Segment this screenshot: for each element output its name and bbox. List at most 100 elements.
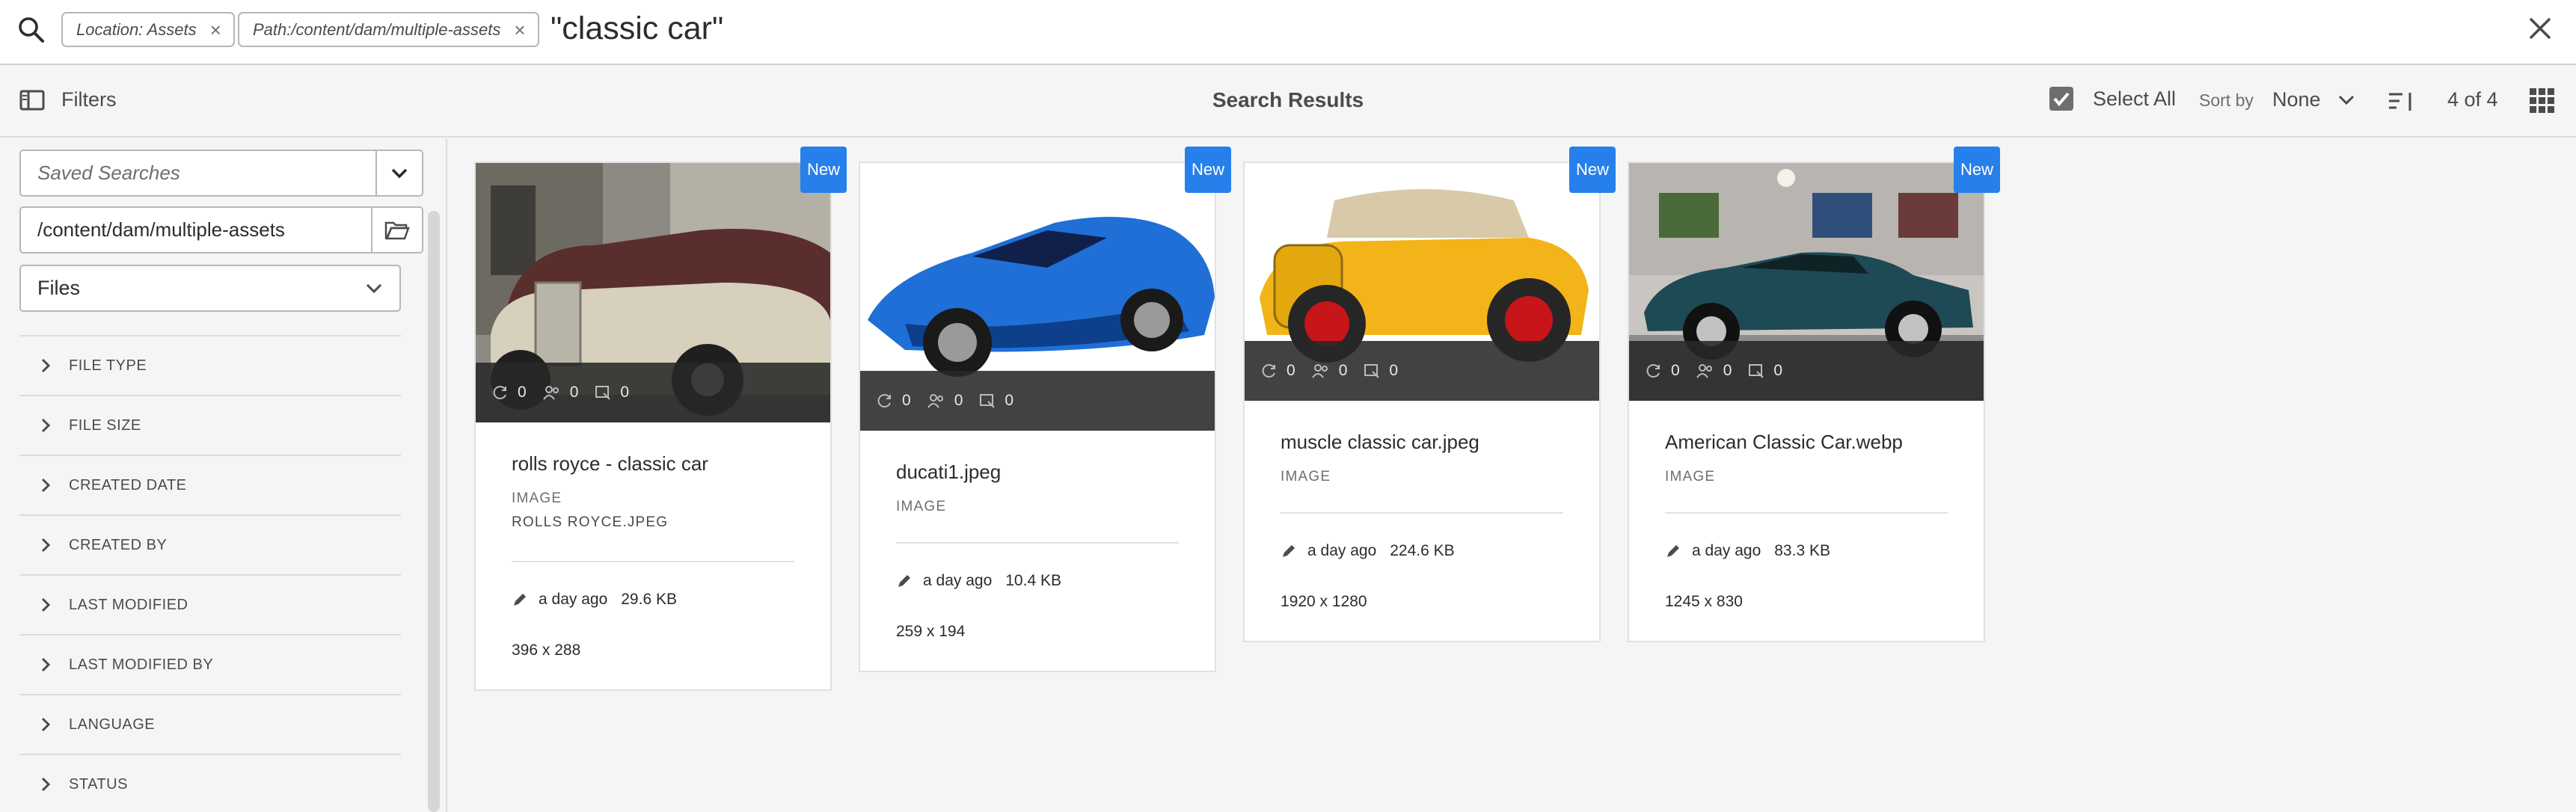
chevron-right-icon (41, 597, 51, 612)
asset-thumbnail[interactable]: 0 0 0 (860, 163, 1215, 431)
modified-time: a day ago (539, 591, 608, 608)
facet-label: LAST MODIFIED BY (69, 656, 214, 673)
file-type-value: Files (37, 277, 81, 299)
divider (512, 561, 794, 562)
saved-searches-input[interactable]: Saved Searches (21, 151, 377, 195)
divider (1665, 512, 1948, 514)
chevron-down-icon (391, 168, 408, 178)
asset-title: ducati1.jpeg (896, 461, 1002, 483)
chevron-right-icon (41, 418, 51, 433)
sort-dropdown[interactable]: None (2272, 88, 2355, 111)
modified-time: a day ago (1307, 542, 1377, 559)
asset-type: IMAGE (1281, 469, 1331, 485)
users-icon (927, 394, 943, 408)
stat-comments: 0 (595, 384, 629, 402)
browse-path-button[interactable] (372, 206, 423, 253)
asset-thumbnail[interactable]: 0 0 0 (476, 163, 830, 422)
close-icon[interactable] (2524, 12, 2557, 45)
asset-card[interactable]: New 0 0 0 muscle classic car.jpeg IMAGE … (1243, 147, 1616, 642)
image-dimensions: 396 x 288 (512, 642, 581, 659)
facet-last-modified-by[interactable]: LAST MODIFIED BY (19, 634, 401, 694)
image-dimensions: 1920 x 1280 (1281, 593, 1367, 610)
users-icon (1696, 364, 1712, 378)
asset-thumbnail[interactable]: 0 0 0 (1629, 163, 1984, 401)
facet-status[interactable]: STATUS (19, 754, 401, 812)
search-icon[interactable] (16, 15, 46, 45)
facet-created-by[interactable]: CREATED BY (19, 514, 401, 574)
asset-thumbnail[interactable]: 0 0 0 (1245, 163, 1599, 401)
sidebar-scrollbar[interactable] (428, 211, 440, 812)
asset-card[interactable]: New 0 0 0 ducati1.jpeg IMAGE a day ago 1… (859, 147, 1231, 672)
asset-card-body: muscle classic car.jpeg IMAGE a day ago … (1245, 401, 1599, 641)
pencil-icon (1667, 545, 1679, 557)
rail-toggle-icon (19, 90, 45, 110)
chevron-right-icon (41, 538, 51, 553)
annotation-icon (1364, 364, 1380, 378)
saved-searches-combobox[interactable]: Saved Searches (19, 150, 423, 197)
facet-label: FILE TYPE (69, 357, 147, 374)
facet-file-type[interactable]: FILE TYPE (19, 335, 401, 395)
facet-created-date[interactable]: CREATED DATE (19, 455, 401, 514)
facet-label: CREATED DATE (69, 476, 187, 493)
select-all-label: Select All (2093, 87, 2177, 110)
annotation-icon (595, 386, 611, 400)
asset-meta: a day ago 29.6 KB (512, 591, 794, 609)
annotation-icon (980, 394, 996, 408)
chevron-right-icon (41, 777, 51, 792)
stat-comments: 0 (979, 392, 1013, 410)
asset-stats-bar: 0 0 0 (1629, 341, 1984, 401)
facet-label: LANGUAGE (69, 716, 156, 733)
remove-tag-icon[interactable]: × (210, 20, 221, 40)
remove-tag-icon[interactable]: × (514, 20, 525, 40)
asset-card[interactable]: New 0 0 0 rolls royce - classic car IMAG… (474, 147, 847, 691)
saved-searches-toggle[interactable] (377, 151, 422, 195)
facet-label: FILE SIZE (69, 416, 141, 434)
facet-language[interactable]: LANGUAGE (19, 694, 401, 754)
chevron-right-icon (41, 478, 51, 493)
modified-time: a day ago (1692, 542, 1761, 559)
path-browser: /content/dam/multiple-assets (19, 206, 423, 253)
sort-by-label: Sort by (2199, 90, 2254, 110)
stat-collaborators: 0 (1696, 362, 1732, 380)
modified-time: a day ago (923, 572, 993, 589)
stat-comments: 0 (1748, 362, 1782, 380)
tag-label: Path:/content/dam/multiple-assets (253, 19, 501, 39)
stat-collaborators: 0 (927, 392, 963, 410)
asset-meta: a day ago 10.4 KB (896, 572, 1179, 590)
filter-sidebar: Saved Searches /content/dam/multiple-ass… (0, 139, 447, 812)
stat-versions: 0 (1261, 362, 1295, 380)
asset-title: rolls royce - classic car (512, 452, 708, 475)
asset-card-body: ducati1.jpeg IMAGE a day ago 10.4 KB 259… (860, 431, 1215, 671)
annotation-icon (1749, 364, 1764, 378)
new-badge: New (800, 147, 847, 193)
facet-file-size[interactable]: FILE SIZE (19, 395, 401, 455)
refresh-icon (1262, 364, 1275, 378)
asset-type: IMAGE (896, 499, 947, 514)
asset-type: IMAGE (512, 490, 562, 506)
stat-collaborators: 0 (1311, 362, 1347, 380)
new-badge: New (1569, 147, 1616, 193)
search-bar: Location: Assets × Path:/content/dam/mul… (0, 0, 2576, 65)
filters-button[interactable]: Filters (19, 88, 117, 111)
chevron-right-icon (41, 717, 51, 732)
image-dimensions: 1245 x 830 (1665, 593, 1743, 610)
stat-collaborators: 0 (542, 384, 578, 402)
pencil-icon (1283, 545, 1295, 557)
file-type-select[interactable]: Files (19, 265, 401, 312)
stat-comments: 0 (1364, 362, 1398, 380)
page-title: Search Results (1212, 88, 1364, 111)
pencil-icon (898, 575, 910, 587)
asset-card-body: American Classic Car.webp IMAGE a day ag… (1629, 401, 1984, 641)
refresh-icon (1646, 364, 1660, 378)
asset-card[interactable]: New 0 0 0 American Classic Car.webp IMAG… (1628, 147, 2000, 642)
sort-value: None (2272, 88, 2321, 111)
checkbox-icon (2049, 87, 2073, 111)
filters-label: Filters (61, 88, 117, 111)
search-input[interactable]: "classic car" (551, 10, 723, 47)
select-all-button[interactable]: Select All (2049, 87, 2176, 111)
file-size: 224.6 KB (1390, 542, 1455, 559)
sort-direction-icon[interactable] (2386, 88, 2416, 115)
card-view-icon[interactable] (2528, 87, 2557, 115)
facet-last-modified[interactable]: LAST MODIFIED (19, 574, 401, 634)
path-input[interactable]: /content/dam/multiple-assets (19, 206, 372, 253)
